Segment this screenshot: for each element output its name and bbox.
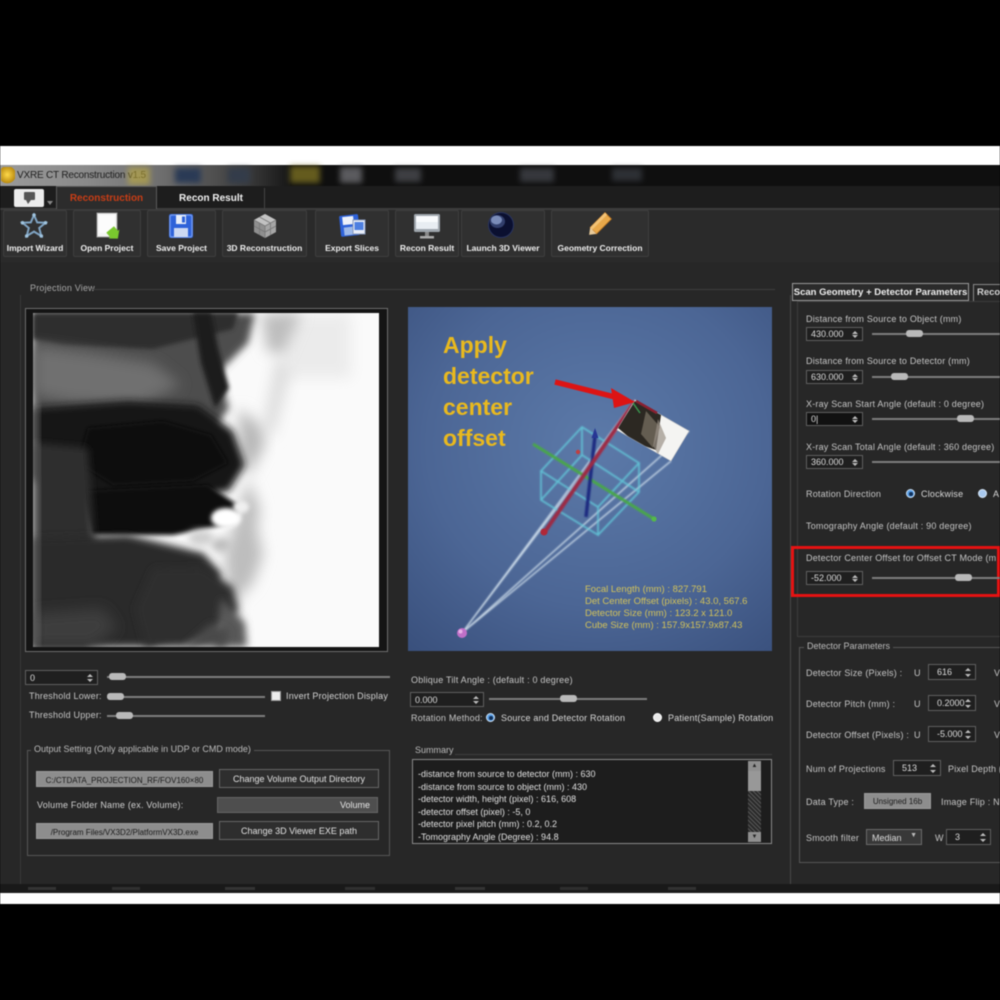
svg-text:Cube Size (mm) : 157.9x157.9x8: Cube Size (mm) : 157.9x157.9x87.43 (585, 620, 742, 631)
svg-text:Detector Size (mm) : 123.2 x 1: Detector Size (mm) : 123.2 x 121.0 (585, 608, 732, 619)
svg-text:Focal Length (mm) : 827.791: Focal Length (mm) : 827.791 (585, 584, 707, 595)
svg-text:offset: offset (443, 425, 506, 451)
svg-text:center: center (443, 394, 512, 420)
svg-text:Det Center Offset (pixels) : 4: Det Center Offset (pixels) : 43.0, 567.6 (585, 596, 747, 607)
svg-text:detector: detector (443, 363, 534, 389)
svg-text:Apply: Apply (443, 332, 507, 358)
